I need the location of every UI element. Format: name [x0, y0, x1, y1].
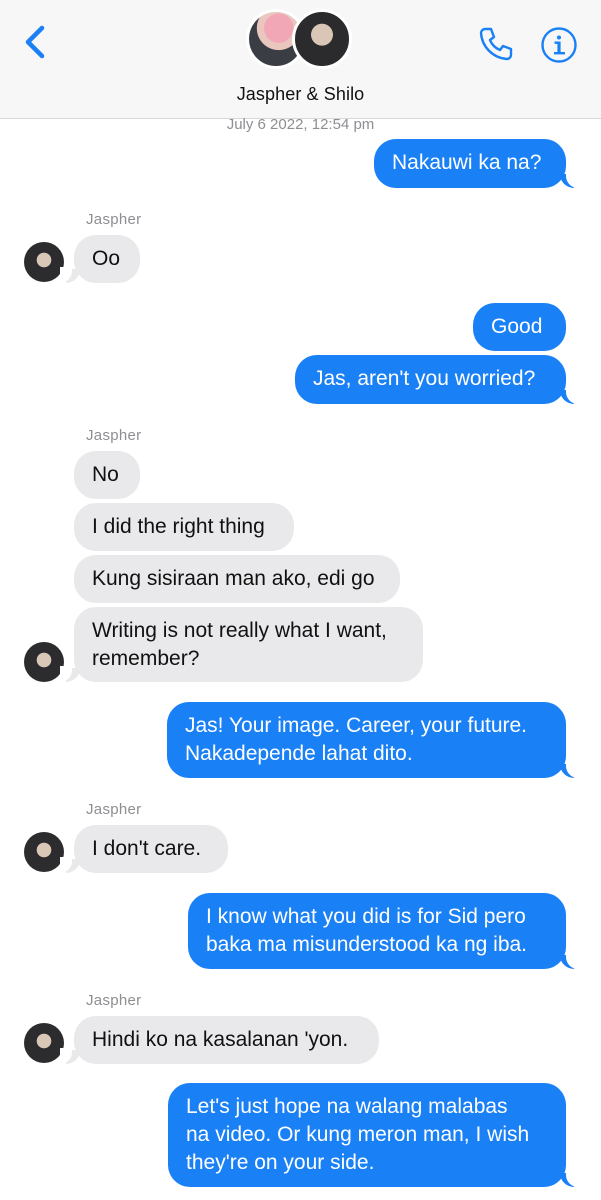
- message-bubble-incoming[interactable]: Writing is not really what I want, remem…: [74, 607, 423, 682]
- message-bubble-incoming[interactable]: Kung sisiraan man ako, edi go: [74, 555, 400, 603]
- bubble-tail: [560, 762, 578, 778]
- sender-name: Jaspher: [86, 801, 142, 818]
- phone-icon[interactable]: [476, 24, 516, 64]
- message-bubble-incoming[interactable]: I don't care.: [74, 825, 228, 873]
- message-bubble-incoming[interactable]: Hindi ko na kasalanan 'yon.: [74, 1016, 379, 1064]
- sender-name: Jaspher: [86, 427, 142, 444]
- conversation-header: Jaspher & Shilo: [0, 0, 601, 119]
- group-avatar[interactable]: [244, 6, 356, 72]
- avatar: [292, 9, 352, 69]
- bubble-tail: [60, 267, 80, 283]
- avatar[interactable]: [24, 242, 64, 282]
- conversation-title[interactable]: Jaspher & Shilo: [0, 84, 601, 105]
- bubble-tail: [560, 388, 578, 404]
- bubble-tail: [560, 172, 578, 188]
- sender-name: Jaspher: [86, 992, 142, 1009]
- message-bubble-incoming[interactable]: Oo: [74, 235, 140, 283]
- message-bubble-outgoing[interactable]: Jas! Your image. Career, your future. Na…: [167, 702, 566, 778]
- message-bubble-outgoing[interactable]: Let's just hope na walang malabas na vid…: [168, 1083, 566, 1187]
- message-bubble-outgoing[interactable]: Good: [473, 303, 566, 351]
- bubble-tail: [560, 953, 578, 969]
- message-timestamp: July 6 2022, 12:54 pm: [226, 116, 375, 133]
- bubble-tail: [560, 1171, 578, 1187]
- sender-name: Jaspher: [86, 211, 142, 228]
- info-icon[interactable]: [540, 26, 578, 64]
- chevron-left-icon[interactable]: [20, 24, 54, 60]
- avatar[interactable]: [24, 832, 64, 872]
- message-bubble-outgoing[interactable]: Jas, aren't you worried?: [295, 355, 566, 404]
- message-bubble-incoming[interactable]: I did the right thing: [74, 503, 294, 551]
- bubble-tail: [60, 1048, 80, 1064]
- bubble-tail: [60, 666, 80, 682]
- bubble-tail: [60, 857, 80, 873]
- avatar[interactable]: [24, 642, 64, 682]
- message-bubble-outgoing[interactable]: Nakauwi ka na?: [374, 139, 566, 188]
- message-bubble-incoming[interactable]: No: [74, 451, 140, 499]
- avatar[interactable]: [24, 1023, 64, 1063]
- message-bubble-outgoing[interactable]: I know what you did is for Sid pero baka…: [188, 893, 566, 969]
